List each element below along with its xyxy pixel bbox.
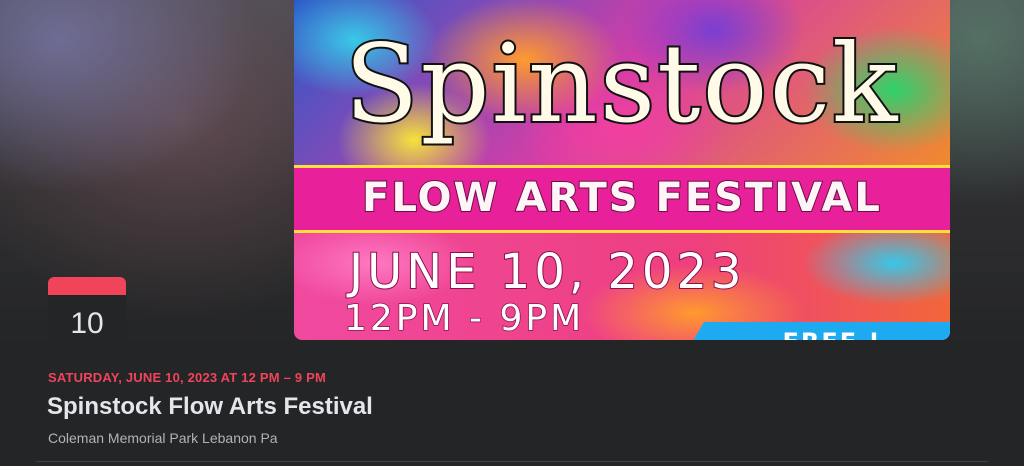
calendar-day: 10 xyxy=(48,295,126,356)
poster-subtitle: FLOW ARTS FESTIVAL xyxy=(361,174,882,222)
calendar-header xyxy=(48,277,126,295)
poster-free-text: FREE ! xyxy=(782,328,881,340)
event-location[interactable]: Coleman Memorial Park Lebanon Pa xyxy=(48,430,278,446)
poster-time: 12PM - 9PM xyxy=(343,297,585,340)
poster-title: Spinstock xyxy=(343,20,900,149)
event-cover-photo[interactable]: Spinstock FLOW ARTS FESTIVAL JUNE 10, 20… xyxy=(294,0,950,340)
poster-free-badge: FREE ! xyxy=(686,322,950,340)
poster-date: JUNE 10, 2023 xyxy=(348,243,746,301)
event-title: Spinstock Flow Arts Festival xyxy=(47,393,373,420)
calendar-date-badge: 10 xyxy=(48,277,126,356)
divider xyxy=(36,461,988,462)
event-datetime: SATURDAY, JUNE 10, 2023 AT 12 PM – 9 PM xyxy=(48,370,327,385)
